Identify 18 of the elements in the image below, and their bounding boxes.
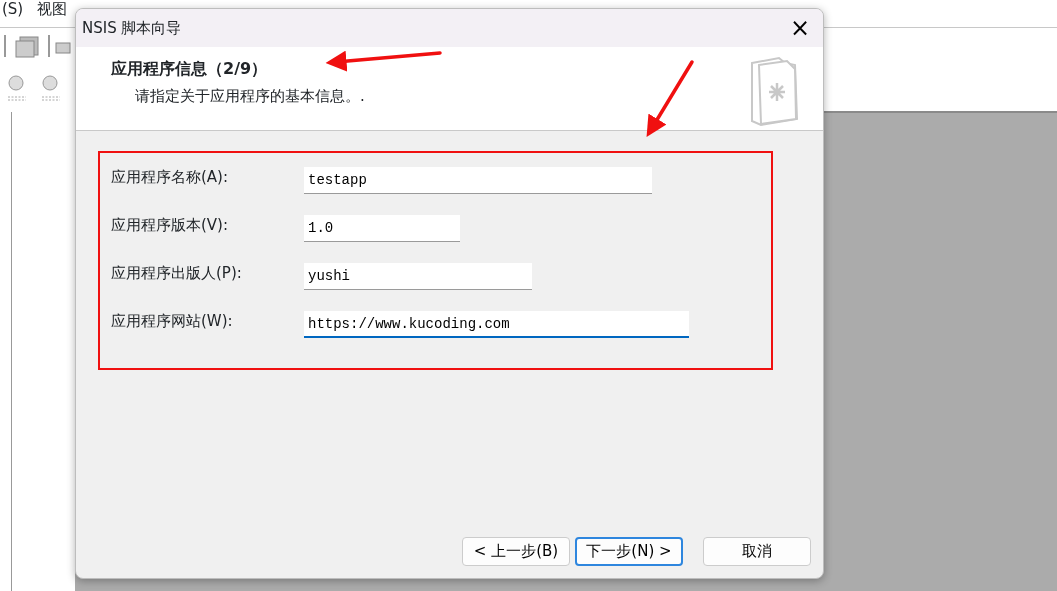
field-label: 应用程序名称(A):: [111, 167, 230, 187]
input-field[interactable]: testapp: [304, 167, 652, 194]
cancel-button[interactable]: 取消: [703, 537, 811, 566]
window-title: NSIS 脚本向导: [82, 17, 182, 39]
field-label: 应用程序出版人(P):: [111, 263, 243, 283]
page-subtitle: 请指定关于应用程序的基本信息。.: [134, 86, 365, 107]
input-field[interactable]: yushi: [304, 263, 532, 290]
close-button[interactable]: ×: [777, 9, 823, 47]
next-button[interactable]: 下一步(N) >: [575, 537, 683, 566]
menu-item[interactable]: (S): [2, 0, 24, 22]
field-label: 应用程序网站(W):: [111, 311, 234, 331]
input-field[interactable]: https://www.kucoding.com: [304, 311, 689, 338]
back-button[interactable]: < 上一步(B): [462, 537, 570, 566]
page-title: 应用程序信息（2/9）: [111, 58, 269, 80]
field-label: 应用程序版本(V):: [111, 215, 230, 235]
menu-item[interactable]: 视图: [37, 0, 68, 22]
input-field[interactable]: 1.0: [304, 215, 460, 242]
document-icon: [749, 55, 801, 127]
